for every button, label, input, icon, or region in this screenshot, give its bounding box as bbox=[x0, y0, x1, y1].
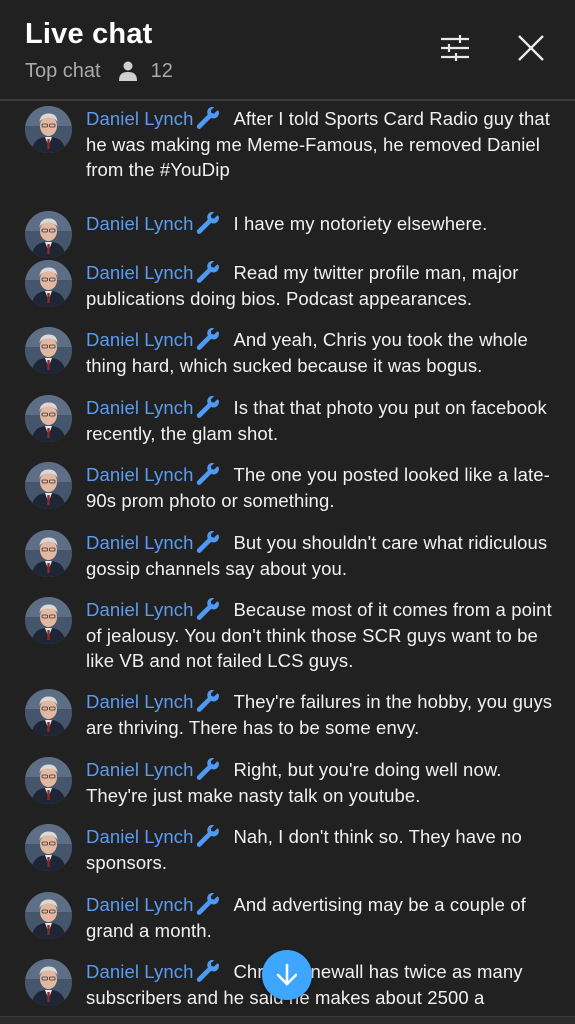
avatar[interactable] bbox=[25, 260, 72, 307]
avatar[interactable] bbox=[25, 462, 72, 509]
wrench-icon bbox=[197, 825, 220, 847]
avatar[interactable] bbox=[25, 211, 72, 258]
author-name[interactable]: Daniel Lynch bbox=[86, 894, 193, 915]
viewer-count: 12 bbox=[150, 59, 173, 82]
message-body: Daniel Lynch The one you posted looked l… bbox=[86, 462, 556, 513]
chat-title: Live chat bbox=[25, 18, 153, 50]
wrench-icon bbox=[197, 531, 220, 553]
wrench-icon bbox=[197, 261, 220, 283]
avatar[interactable] bbox=[25, 959, 72, 1006]
arrow-down-icon bbox=[276, 963, 298, 986]
bottom-strip bbox=[0, 1016, 575, 1024]
wrench-icon bbox=[197, 212, 220, 234]
message-body: Daniel Lynch Read my twitter profile man… bbox=[86, 260, 556, 311]
author-name[interactable]: Daniel Lynch bbox=[86, 464, 193, 485]
wrench-icon bbox=[197, 960, 220, 982]
message-body: Daniel Lynch But you shouldn't care what… bbox=[86, 530, 556, 581]
chat-header: Live chat Top chat 12 bbox=[0, 0, 575, 101]
wrench-icon bbox=[197, 598, 220, 620]
avatar[interactable] bbox=[25, 892, 72, 939]
sliders-icon[interactable] bbox=[439, 32, 471, 64]
wrench-icon bbox=[197, 107, 220, 129]
chat-mode-row[interactable]: Top chat 12 bbox=[25, 58, 173, 84]
message-body: Daniel Lynch Chris Stonewall has twice a… bbox=[86, 959, 556, 1010]
live-chat-panel: Live chat Top chat 12 Daniel Lynch After… bbox=[0, 0, 575, 1024]
message-body: Daniel Lynch Nah, I don't think so. They… bbox=[86, 824, 556, 875]
author-name[interactable]: Daniel Lynch bbox=[86, 262, 193, 283]
avatar[interactable] bbox=[25, 530, 72, 577]
author-name[interactable]: Daniel Lynch bbox=[86, 826, 193, 847]
close-icon[interactable] bbox=[515, 32, 547, 64]
wrench-icon bbox=[197, 758, 220, 780]
avatar[interactable] bbox=[25, 757, 72, 804]
message-body: Daniel Lynch They're failures in the hob… bbox=[86, 689, 556, 740]
chat-message-list[interactable]: Daniel Lynch After I told Sports Card Ra… bbox=[0, 101, 575, 1018]
avatar[interactable] bbox=[25, 824, 72, 871]
wrench-icon bbox=[197, 893, 220, 915]
author-name[interactable]: Daniel Lynch bbox=[86, 759, 193, 780]
wrench-icon bbox=[197, 463, 220, 485]
avatar[interactable] bbox=[25, 689, 72, 736]
author-name[interactable]: Daniel Lynch bbox=[86, 961, 193, 982]
avatar[interactable] bbox=[25, 327, 72, 374]
person-icon bbox=[118, 61, 137, 81]
avatar[interactable] bbox=[25, 597, 72, 644]
author-name[interactable]: Daniel Lynch bbox=[86, 397, 193, 418]
message-body: Daniel Lynch And yeah, Chris you took th… bbox=[86, 327, 556, 378]
message-body: Daniel Lynch And advertising may be a co… bbox=[86, 892, 556, 943]
author-name[interactable]: Daniel Lynch bbox=[86, 329, 193, 350]
wrench-icon bbox=[197, 328, 220, 350]
chat-mode-label[interactable]: Top chat bbox=[25, 60, 101, 83]
wrench-icon bbox=[197, 690, 220, 712]
author-name[interactable]: Daniel Lynch bbox=[86, 599, 193, 620]
avatar[interactable] bbox=[25, 106, 72, 153]
avatar[interactable] bbox=[25, 395, 72, 442]
author-name[interactable]: Daniel Lynch bbox=[86, 108, 193, 129]
author-name[interactable]: Daniel Lynch bbox=[86, 532, 193, 553]
message-text: I have my notoriety elsewhere. bbox=[233, 213, 488, 234]
message-body: Daniel Lynch After I told Sports Card Ra… bbox=[86, 106, 556, 183]
author-name[interactable]: Daniel Lynch bbox=[86, 691, 193, 712]
message-body: Daniel Lynch I have my notoriety elsewhe… bbox=[86, 211, 556, 237]
scroll-to-bottom-button[interactable] bbox=[262, 950, 312, 1000]
message-body: Daniel Lynch Because most of it comes fr… bbox=[86, 597, 556, 674]
message-body: Daniel Lynch Is that that photo you put … bbox=[86, 395, 556, 446]
message-body: Daniel Lynch Right, but you're doing wel… bbox=[86, 757, 556, 808]
author-name[interactable]: Daniel Lynch bbox=[86, 213, 193, 234]
wrench-icon bbox=[197, 396, 220, 418]
